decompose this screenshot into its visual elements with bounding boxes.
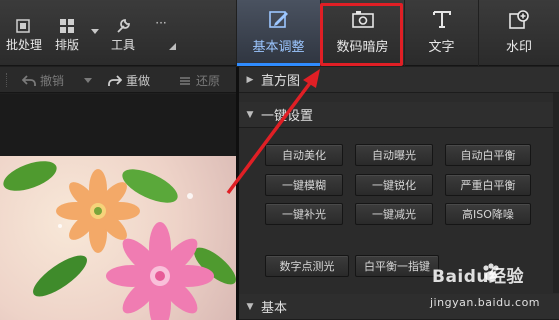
baidu-jingyan-watermark: Baidu经验 jingyan.baidu.com [430, 262, 555, 318]
watermark-logo-text: Baidu经验 [432, 267, 525, 287]
watermark-url-text: jingyan.baidu.com [430, 296, 541, 309]
